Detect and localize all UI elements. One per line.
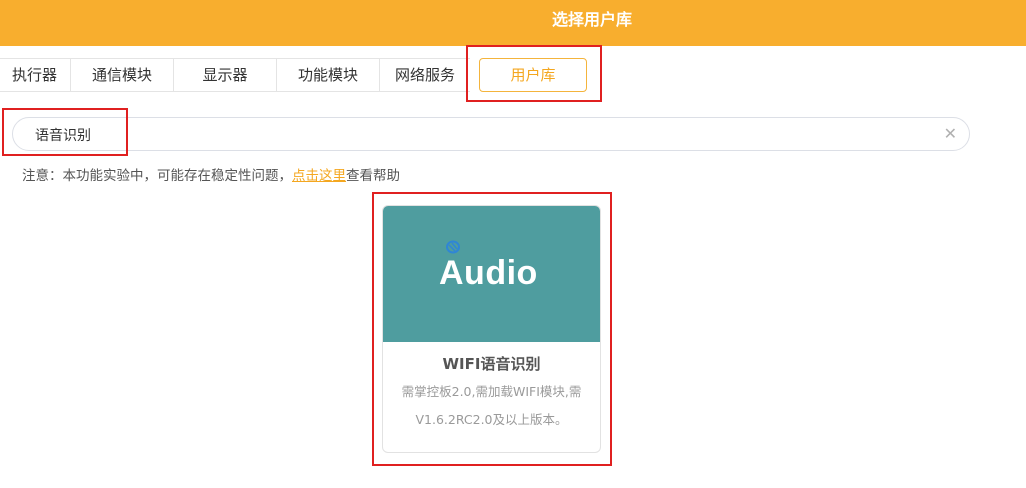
description-line: V1.6.2RC2.0及以上版本。 bbox=[415, 412, 568, 427]
tab-network[interactable]: 网络服务 bbox=[380, 58, 470, 92]
help-link[interactable]: 点击这里 bbox=[292, 168, 346, 184]
tab-function[interactable]: 功能模块 bbox=[277, 58, 380, 92]
audio-logo: Audio bbox=[439, 254, 538, 292]
library-name: WIFI语音识别 bbox=[442, 355, 541, 373]
search-input[interactable] bbox=[33, 118, 917, 152]
notice-prefix: 注意：本功能实验中，可能存在稳定性问题， bbox=[22, 168, 292, 184]
search-box: ✕ bbox=[12, 117, 970, 152]
close-icon[interactable]: ✕ bbox=[944, 125, 957, 143]
notice-text: 注意：本功能实验中，可能存在稳定性问题，点击这里查看帮助 bbox=[22, 164, 400, 184]
tab-display[interactable]: 显示器 bbox=[174, 58, 277, 92]
description-line: 需掌控板2.0,需加载WIFI模块,需 bbox=[401, 384, 582, 399]
tab-user-library[interactable]: 用户库 bbox=[479, 58, 587, 92]
notice-suffix: 查看帮助 bbox=[346, 168, 400, 184]
library-thumbnail: Audio bbox=[383, 206, 600, 342]
library-description: 需掌控板2.0,需加载WIFI模块,需 V1.6.2RC2.0及以上版本。 bbox=[391, 378, 592, 434]
dialog-header: 选择用户库 bbox=[0, 0, 1026, 46]
library-card-wifi-speech[interactable]: Audio WIFI语音识别 需掌控板2.0,需加载WIFI模块,需 V1.6.… bbox=[382, 205, 601, 453]
tab-communication[interactable]: 通信模块 bbox=[71, 58, 174, 92]
tab-actuator[interactable]: 执行器 bbox=[0, 58, 71, 92]
dialog-title: 选择用户库 bbox=[551, 10, 632, 29]
